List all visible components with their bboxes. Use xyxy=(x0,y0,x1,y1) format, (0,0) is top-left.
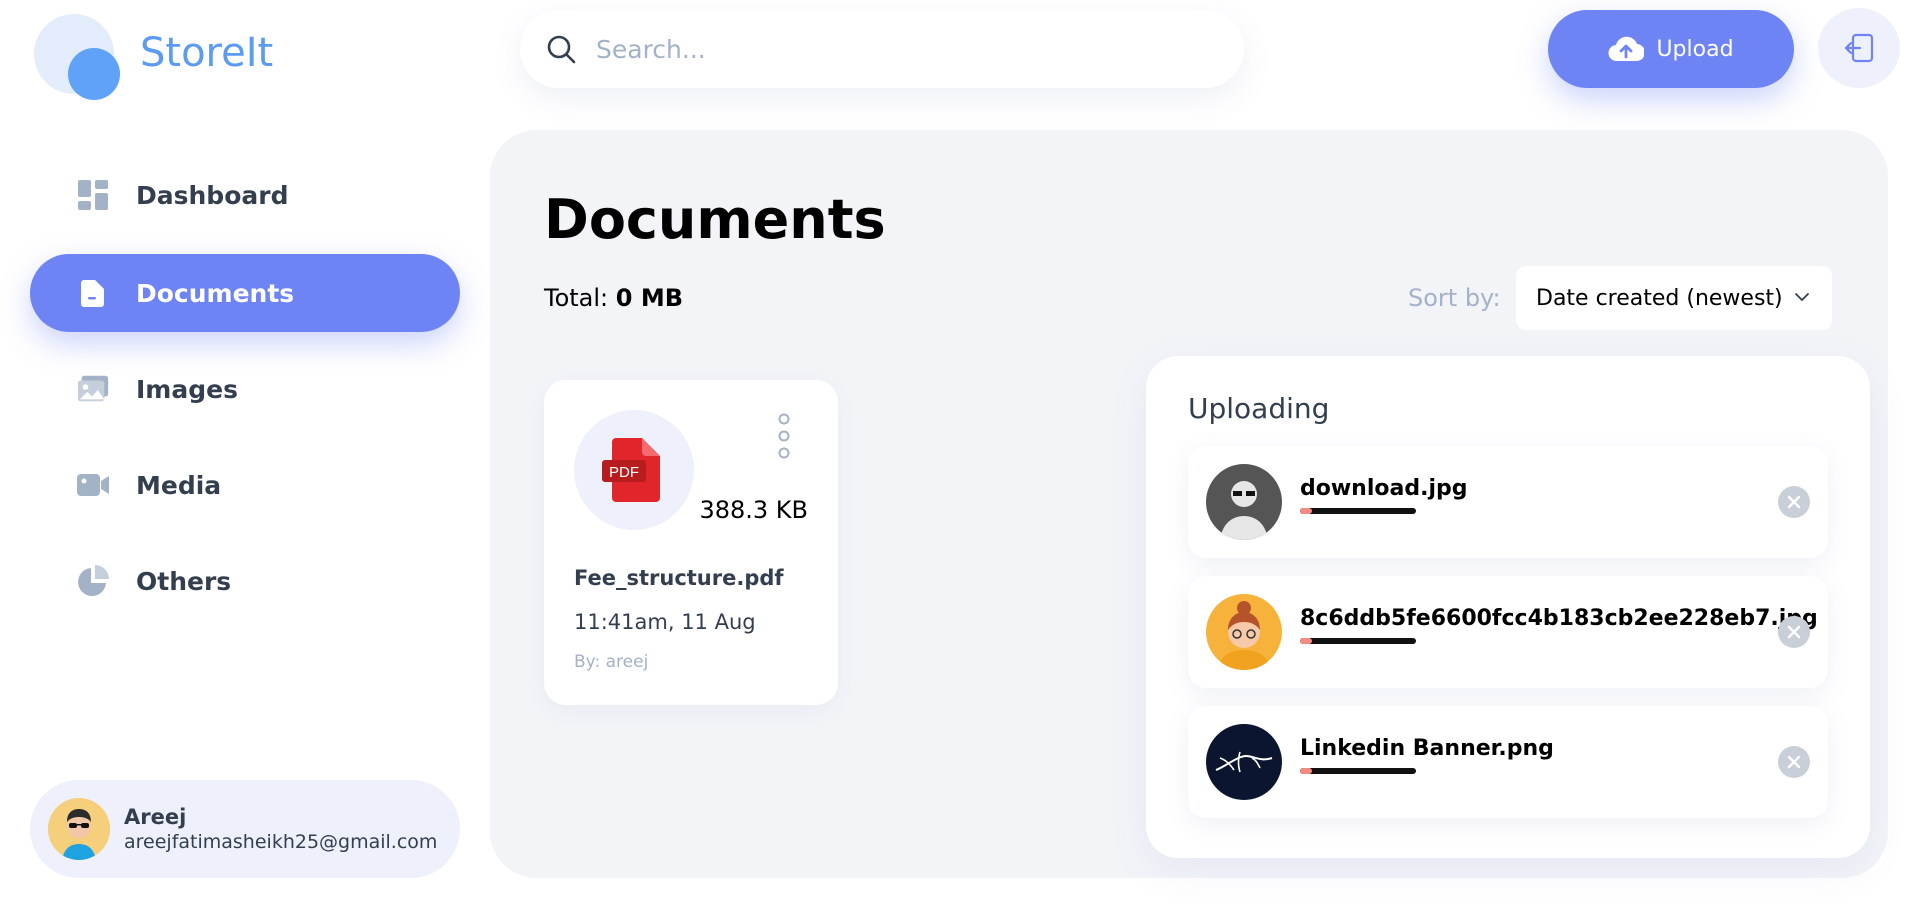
uploading-panel: Uploading download.jpg 8c6ddb5fe6600fcc4… xyxy=(1146,356,1870,858)
pie-chart-icon xyxy=(76,564,110,598)
document-icon xyxy=(76,276,110,310)
file-name: Fee_structure.pdf xyxy=(574,566,784,590)
logout-button[interactable] xyxy=(1818,8,1900,88)
chevron-down-icon xyxy=(1794,286,1810,314)
upload-progress-bar xyxy=(1300,638,1416,644)
search-input[interactable] xyxy=(596,34,1156,64)
total-size: Total: 0 MB xyxy=(544,284,683,312)
page-title: Documents xyxy=(544,188,886,251)
file-size: 388.3 KB xyxy=(699,496,808,524)
upload-file-name: download.jpg xyxy=(1300,476,1468,501)
upload-thumbnail xyxy=(1206,464,1282,540)
file-type-label: PDF xyxy=(609,464,639,481)
close-icon xyxy=(1787,755,1801,769)
logout-icon xyxy=(1843,32,1875,64)
cancel-upload-button[interactable] xyxy=(1778,486,1810,518)
sort-select[interactable]: Date created (newest) xyxy=(1516,266,1832,330)
upload-progress-fill xyxy=(1300,508,1312,514)
image-icon xyxy=(76,372,110,406)
sidebar-item-label: Images xyxy=(136,374,238,404)
total-label: Total: xyxy=(544,284,609,312)
cancel-upload-button[interactable] xyxy=(1778,746,1810,778)
sidebar-item-images[interactable]: Images xyxy=(30,350,460,428)
close-icon xyxy=(1787,625,1801,639)
app-logo[interactable]: StoreIt xyxy=(34,14,274,100)
upload-progress-bar xyxy=(1300,508,1416,514)
upload-thumbnail xyxy=(1206,724,1282,800)
pdf-icon: PDF xyxy=(602,438,660,502)
upload-progress-bar xyxy=(1300,768,1416,774)
sidebar-item-others[interactable]: Others xyxy=(30,542,460,620)
app-name: StoreIt xyxy=(140,30,274,76)
user-email: areejfatimasheikh25@gmail.com xyxy=(124,831,438,853)
uploading-title: Uploading xyxy=(1188,392,1330,425)
sidebar-item-label: Media xyxy=(136,470,222,500)
upload-button-label: Upload xyxy=(1656,36,1734,62)
file-date: 11:41am, 11 Aug xyxy=(574,610,756,634)
upload-progress-fill xyxy=(1300,638,1312,644)
file-card[interactable]: PDF 388.3 KB Fee_structure.pdf 11:41am, … xyxy=(544,380,838,705)
sort-select-value: Date created (newest) xyxy=(1536,285,1783,311)
upload-file-name: 8c6ddb5fe6600fcc4b183cb2ee228eb7.jpg xyxy=(1300,606,1818,631)
upload-thumbnail xyxy=(1206,594,1282,670)
sidebar-item-documents[interactable]: Documents xyxy=(30,254,460,332)
sidebar-item-dashboard[interactable]: Dashboard xyxy=(30,156,460,234)
total-value: 0 MB xyxy=(615,284,684,312)
video-icon xyxy=(76,468,110,502)
logo-mark-front xyxy=(68,48,120,100)
search-bar xyxy=(520,10,1244,88)
upload-item: download.jpg xyxy=(1188,446,1828,558)
sidebar-item-label: Others xyxy=(136,566,232,596)
upload-progress-fill xyxy=(1300,768,1312,774)
user-profile-card[interactable]: Areej areejfatimasheikh25@gmail.com xyxy=(30,780,460,878)
sidebar-item-media[interactable]: Media xyxy=(30,446,460,524)
user-name: Areej xyxy=(124,805,187,829)
sidebar-item-label: Documents xyxy=(136,278,295,308)
upload-file-name: Linkedin Banner.png xyxy=(1300,736,1554,761)
dashboard-icon xyxy=(76,178,110,212)
sort-label: Sort by: xyxy=(1408,284,1501,312)
search-icon xyxy=(546,34,576,64)
close-icon xyxy=(1787,495,1801,509)
more-options-icon[interactable] xyxy=(774,412,794,462)
file-owner: By: areej xyxy=(574,652,649,672)
file-thumbnail: PDF xyxy=(574,410,694,530)
upload-item: 8c6ddb5fe6600fcc4b183cb2ee228eb7.jpg xyxy=(1188,576,1828,688)
sidebar-item-label: Dashboard xyxy=(136,180,289,210)
user-info: Areej areejfatimasheikh25@gmail.com xyxy=(124,805,437,853)
cloud-upload-icon xyxy=(1608,35,1645,63)
cancel-upload-button[interactable] xyxy=(1778,616,1810,648)
upload-button[interactable]: Upload xyxy=(1548,10,1794,88)
avatar xyxy=(48,798,110,860)
upload-item: Linkedin Banner.png xyxy=(1188,706,1828,818)
